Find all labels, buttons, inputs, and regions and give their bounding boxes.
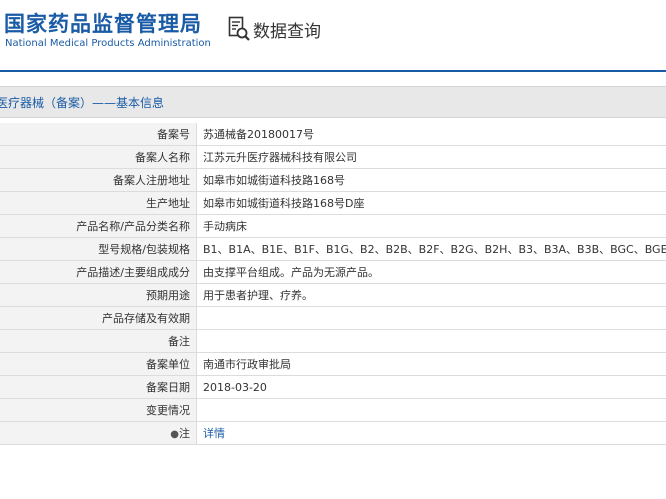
pin-icon: ● [170,429,179,440]
row-value: 用于患者护理、疗养。 [196,283,666,307]
row-label: 备案人注册地址 [0,168,197,192]
details-link[interactable]: 详情 [203,427,225,440]
row-value: 南通市行政审批局 [196,352,666,376]
row-label: 备注 [0,329,197,353]
table-row: 产品名称/产品分类名称 手动病床 [0,214,666,238]
detail-table: 备案号 苏通械备20180017号 备案人名称 江苏元升医疗器械科技有限公司 备… [0,123,666,445]
page: 国家药品监督管理局 National Medical Products Admi… [0,0,666,499]
row-value: 如皋市如城街道科技路168号D座 [196,191,666,215]
table-row: 型号规格/包装规格 B1、B1A、B1E、B1F、B1G、B2、B2B、B2F、… [0,237,666,261]
header-divider [0,70,666,72]
table-row: 备案人注册地址 如皋市如城街道科技路168号 [0,168,666,192]
row-label: 产品名称/产品分类名称 [0,214,197,238]
row-label: 生产地址 [0,191,197,215]
row-value: 江苏元升医疗器械科技有限公司 [196,145,666,169]
note-label: 注 [179,427,190,440]
row-label: 变更情况 [0,398,197,422]
table-row: 生产地址 如皋市如城街道科技路168号D座 [0,191,666,215]
row-value [196,306,666,330]
table-row: 备案日期 2018-03-20 [0,375,666,399]
row-label: 备案单位 [0,352,197,376]
note-value-cell: 详情 [196,421,666,445]
section-title: 医疗器械（备案）——基本信息 [0,96,165,110]
table-row: 预期用途 用于患者护理、疗养。 [0,283,666,307]
note-label-cell: ●注 [0,421,197,445]
table-row: 备案号 苏通械备20180017号 [0,123,666,146]
table-row: 备案人名称 江苏元升医疗器械科技有限公司 [0,145,666,169]
table-row: 备注 [0,329,666,353]
row-label: 产品存储及有效期 [0,306,197,330]
note-row: ●注 详情 [0,421,666,445]
table-row: 产品描述/主要组成成分 由支撑平台组成。产品为无源产品。 [0,260,666,284]
row-value [196,398,666,422]
table-row: 产品存储及有效期 [0,306,666,330]
row-value: 2018-03-20 [196,375,666,399]
row-label: 备案日期 [0,375,197,399]
logo-chinese[interactable]: 国家药品监督管理局 [4,8,202,38]
row-value: B1、B1A、B1E、B1F、B1G、B2、B2B、B2F、B2G、B2H、B3… [196,237,666,261]
row-label: 备案号 [0,123,197,146]
document-search-icon [228,16,250,41]
section-title-bar: 医疗器械（备案）——基本信息 [0,86,666,118]
row-label: 预期用途 [0,283,197,307]
row-value [196,329,666,353]
row-label: 型号规格/包装规格 [0,237,197,261]
row-value: 由支撑平台组成。产品为无源产品。 [196,260,666,284]
table-row: 备案单位 南通市行政审批局 [0,352,666,376]
logo-english[interactable]: National Medical Products Administration [5,38,211,49]
row-value: 苏通械备20180017号 [196,123,666,146]
row-value: 如皋市如城街道科技路168号 [196,168,666,192]
data-query-heading: 数据查询 [228,14,321,44]
row-label: 产品描述/主要组成成分 [0,260,197,284]
row-label: 备案人名称 [0,145,197,169]
table-row: 变更情况 [0,398,666,422]
row-value: 手动病床 [196,214,666,238]
site-header: 国家药品监督管理局 National Medical Products Admi… [0,0,666,70]
data-query-title: 数据查询 [253,21,321,42]
